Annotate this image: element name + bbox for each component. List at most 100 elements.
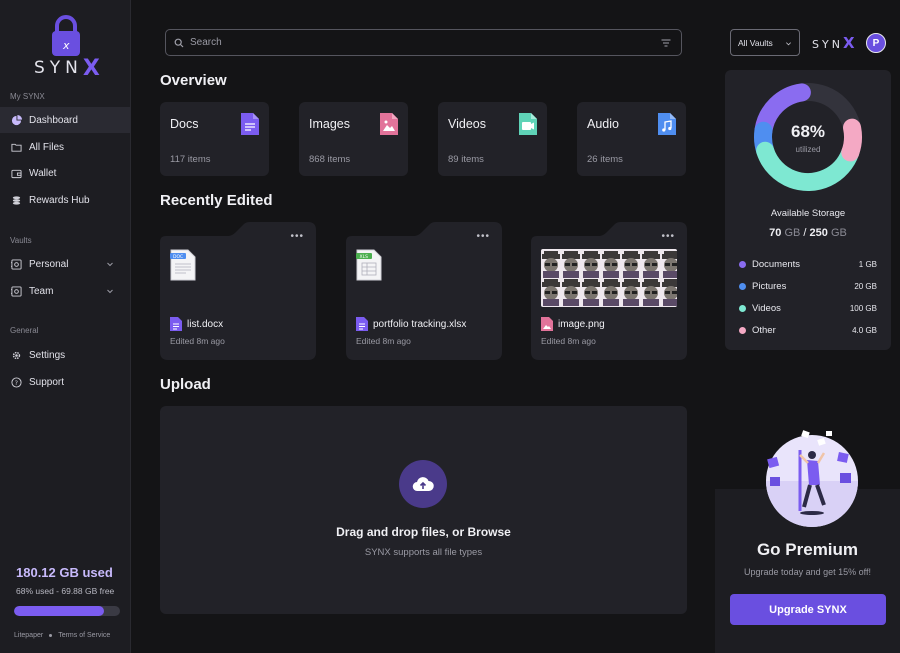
chevron-down-icon <box>786 42 791 46</box>
chevron-down-icon[interactable] <box>106 287 114 295</box>
sidebar-item-support[interactable]: ? Support <box>0 369 131 395</box>
vault-select[interactable]: All Vaults <box>730 29 800 56</box>
file-edited-time: Edited 8m ago <box>356 336 411 346</box>
spreadsheet-thumbnail-icon: XLS <box>356 249 382 281</box>
overview-card-docs[interactable]: Docs 117 items <box>160 102 269 176</box>
recent-file-card[interactable]: ••• XLS portfolio tracking.xlsx Edited 8… <box>346 222 502 360</box>
character-pattern-image <box>542 251 677 306</box>
image-file-icon <box>380 113 398 135</box>
file-name: list.docx <box>187 319 224 330</box>
search-icon <box>174 38 184 47</box>
available-storage-value: 70 GB / 250 GB <box>769 227 847 239</box>
character-face <box>662 251 677 278</box>
upload-button[interactable] <box>399 460 447 508</box>
character-face <box>542 279 560 306</box>
sidebar-item-all-files[interactable]: All Files <box>0 134 131 160</box>
image-file-icon <box>541 317 553 331</box>
storage-used-subtitle: 68% used - 69.88 GB free <box>16 586 115 596</box>
audio-file-icon <box>658 113 676 135</box>
legend-swatch <box>739 305 746 312</box>
character-face <box>582 279 600 306</box>
upload-subtext: SYNX supports all file types <box>364 547 483 558</box>
character-face <box>622 279 640 306</box>
legend-swatch <box>739 327 746 334</box>
premium-illustration <box>766 430 858 527</box>
sidebar-item-settings[interactable]: Settings <box>0 342 131 368</box>
vault-icon <box>11 285 22 297</box>
gear-icon <box>12 351 21 359</box>
wallet-icon <box>11 169 22 178</box>
sidebar-item-wallet[interactable]: Wallet <box>0 160 131 186</box>
sidebar-item-rewards-hub[interactable]: Rewards Hub <box>0 187 131 213</box>
storage-progress-bar <box>14 606 120 616</box>
more-options-icon[interactable]: ••• <box>661 231 675 242</box>
storage-card: 68% utilized Available Storage 70 GB / 2… <box>725 70 891 350</box>
available-storage-label: Available Storage <box>770 208 846 219</box>
file-edited-time: Edited 8m ago <box>170 336 225 346</box>
overview-card-audio[interactable]: Audio 26 items <box>577 102 686 176</box>
footer-links: Litepaper Terms of Service <box>14 632 110 639</box>
overview-title: Overview <box>160 72 227 89</box>
document-icon <box>241 113 259 135</box>
character-face <box>642 279 660 306</box>
svg-text:?: ? <box>15 378 18 386</box>
storage-percent-label: utilized <box>795 145 821 154</box>
help-icon: ? <box>11 376 22 388</box>
legend-swatch <box>739 261 746 268</box>
recent-file-card[interactable]: ••• image.png Edited 8m ago <box>531 222 687 360</box>
coins-icon <box>12 195 21 205</box>
section-label-vaults: Vaults <box>10 236 32 245</box>
character-face <box>542 251 560 278</box>
overview-card-images[interactable]: Images 868 items <box>299 102 408 176</box>
character-face <box>642 251 660 278</box>
litepaper-link[interactable]: Litepaper <box>14 632 43 639</box>
character-face <box>602 279 620 306</box>
premium-title: Go Premium <box>756 540 859 559</box>
svg-text:DOC: DOC <box>173 254 183 260</box>
file-name: portfolio tracking.xlsx <box>373 319 467 330</box>
sidebar-item-team[interactable]: Team <box>0 278 131 304</box>
terms-link[interactable]: Terms of Service <box>58 632 110 639</box>
character-face <box>662 279 677 306</box>
file-name: image.png <box>558 319 605 330</box>
legend-pictures: Pictures 20 GB <box>739 281 877 292</box>
more-options-icon[interactable]: ••• <box>476 231 490 242</box>
recently-edited-title: Recently Edited <box>160 192 273 209</box>
character-face <box>562 251 580 278</box>
brand-wordmark: SYNX <box>34 56 105 81</box>
character-face <box>602 251 620 278</box>
right-panel: All Vaults SYNX P 68% utilized Available… <box>715 0 900 653</box>
document-icon <box>356 317 368 331</box>
search-input[interactable] <box>190 37 660 48</box>
storage-percent: 68% <box>790 122 826 141</box>
character-face <box>582 251 600 278</box>
document-icon <box>170 317 182 331</box>
cloud-upload-icon <box>412 477 434 492</box>
section-label-my: My SYNX <box>10 92 45 101</box>
sidebar: x SYNX My SYNX Dashboard All Files Walle… <box>0 0 131 653</box>
recent-file-card[interactable]: ••• DOC list.docx Edited 8m ago <box>160 222 316 360</box>
legend-documents: Documents 1 GB <box>739 259 877 270</box>
overview-card-videos[interactable]: Videos 89 items <box>438 102 547 176</box>
storage-used-title: 180.12 GB used <box>16 565 113 580</box>
character-face <box>622 251 640 278</box>
main-content: Overview Docs 117 items Images 868 items… <box>131 0 715 653</box>
legend-videos: Videos 100 GB <box>739 303 877 314</box>
doc-thumbnail-icon: DOC <box>170 249 196 281</box>
search-bar[interactable] <box>165 29 682 56</box>
upgrade-button[interactable]: Upgrade SYNX <box>730 594 886 625</box>
section-label-general: General <box>10 326 39 335</box>
chevron-down-icon[interactable] <box>106 260 114 268</box>
upload-instructions: Drag and drop files, or Browse <box>336 525 511 539</box>
sidebar-item-personal[interactable]: Personal <box>0 251 131 277</box>
upload-title: Upload <box>160 376 211 393</box>
video-file-icon <box>519 113 537 135</box>
character-face <box>562 279 580 306</box>
sidebar-item-dashboard[interactable]: Dashboard <box>0 107 131 133</box>
pie-chart-icon <box>11 114 22 125</box>
upload-dropzone[interactable]: Drag and drop files, or Browse SYNX supp… <box>160 406 687 614</box>
filter-icon[interactable] <box>660 37 672 49</box>
separator-dot <box>49 634 53 637</box>
avatar[interactable]: P <box>866 33 886 53</box>
more-options-icon[interactable]: ••• <box>290 231 304 242</box>
